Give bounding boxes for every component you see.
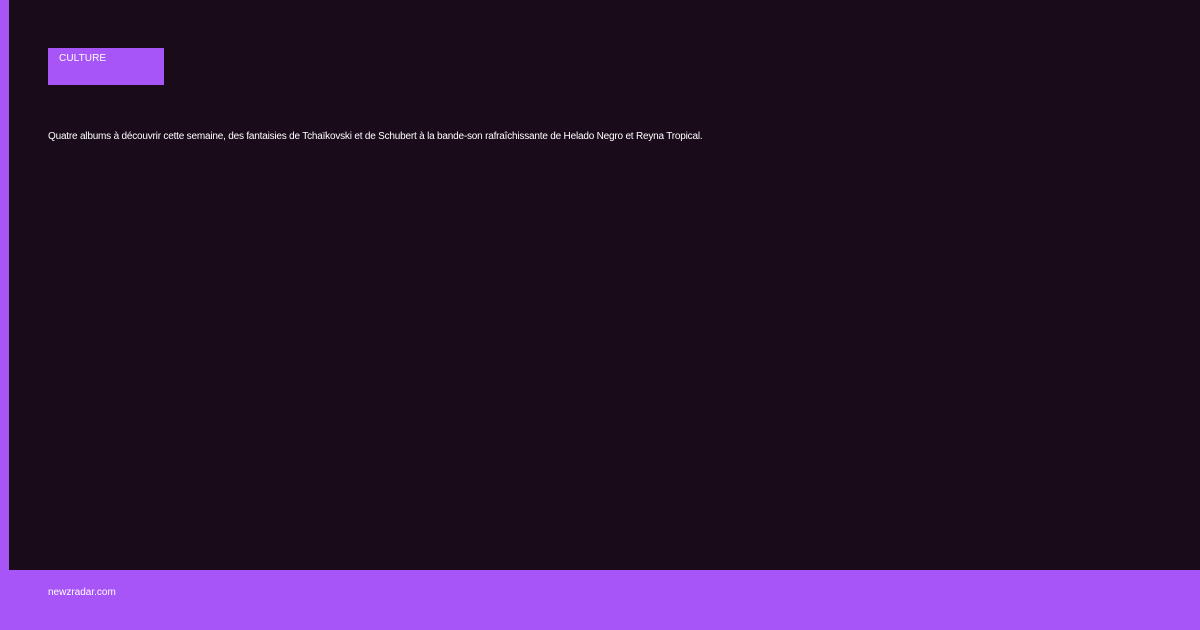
category-label: CULTURE xyxy=(59,53,107,64)
headline-text: Quatre albums à découvrir cette semaine,… xyxy=(48,131,703,142)
site-name: newzradar.com xyxy=(48,587,116,598)
footer-bar: newzradar.com xyxy=(0,570,1200,630)
card-main-panel: CULTURE Quatre albums à découvrir cette … xyxy=(9,0,1200,570)
left-accent-bar xyxy=(0,0,9,570)
category-badge: CULTURE xyxy=(48,48,164,85)
